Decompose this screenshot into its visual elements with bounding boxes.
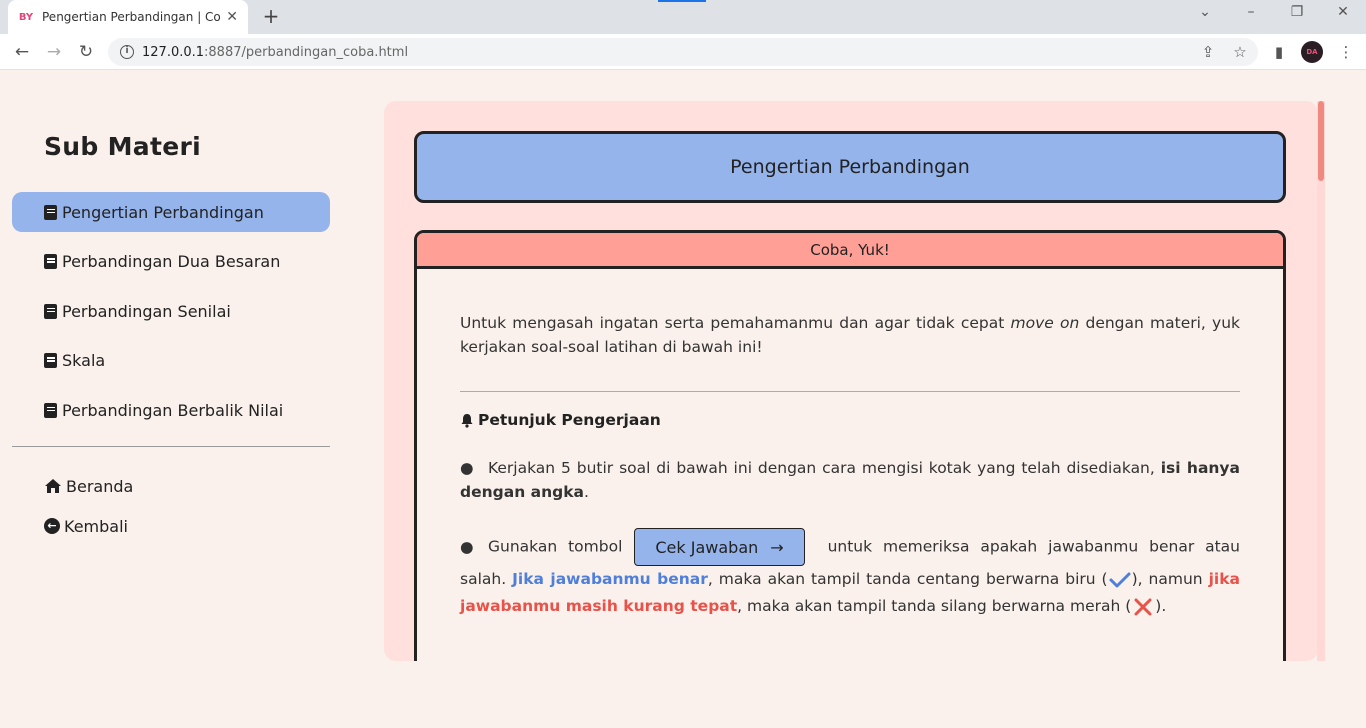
- tab-indicator: [658, 0, 706, 2]
- instruction-1-end: .: [584, 483, 589, 501]
- instruction-2-start: Gunakan tombol: [488, 537, 623, 556]
- sidebar-item-label: Skala: [62, 351, 106, 370]
- reload-icon[interactable]: ↻: [74, 40, 98, 64]
- instruction-item-1: ● Kerjakan 5 butir soal di bawah ini deng…: [460, 456, 1240, 504]
- instruction-2-close-1: ), namun: [1131, 570, 1209, 588]
- sidebar-item-label: Pengertian Perbandingan: [62, 202, 264, 222]
- correct-answer-text: Jika jawabanmu benar: [512, 570, 708, 588]
- instructions-title: Petunjuk Pengerjaan: [478, 411, 661, 429]
- favicon-icon: BY: [18, 11, 34, 23]
- url-path: :8887/perbandingan_coba.html: [204, 44, 409, 60]
- sidebar-item-label: Perbandingan Dua Besaran: [62, 252, 281, 271]
- sidebar-heading: Sub Materi: [44, 132, 201, 161]
- back-arrow-icon[interactable]: ←: [10, 40, 34, 64]
- arrow-left-circle-icon: ←: [44, 518, 60, 534]
- sidebar-item-label: Perbandingan Berbalik Nilai: [62, 400, 284, 420]
- menu-kebab-icon[interactable]: ⋮: [1336, 42, 1356, 62]
- sidebar-item-perbandingan-berbalik-nilai[interactable]: Perbandingan Berbalik Nilai: [12, 390, 330, 430]
- card-body: Untuk mengasah ingatan serta pemahamanmu…: [417, 269, 1283, 620]
- side-panel-icon[interactable]: ▮: [1269, 42, 1289, 62]
- card-title: Coba, Yuk!: [417, 233, 1283, 269]
- bullet: ●: [460, 537, 474, 556]
- profile-avatar[interactable]: DA: [1301, 41, 1323, 63]
- sidebar-links: Beranda ← Kembali: [12, 466, 330, 546]
- tab-title: Pengertian Perbandingan | Coba: [42, 10, 221, 24]
- cross-icon: [1134, 598, 1152, 615]
- section-divider: [460, 391, 1240, 392]
- sidebar-item-perbandingan-dua-besaran[interactable]: Perbandingan Dua Besaran: [12, 242, 330, 282]
- page-title: Pengertian Perbandingan: [414, 131, 1286, 203]
- site-info-icon[interactable]: i: [120, 45, 134, 59]
- sidebar-menu: Pengertian Perbandingan Perbandingan Dua…: [12, 192, 330, 440]
- check-icon: [1109, 572, 1131, 587]
- intro-emphasis: move on: [1010, 314, 1080, 332]
- book-icon: [44, 204, 57, 220]
- scrollbar-thumb[interactable]: [1318, 101, 1324, 181]
- close-window-icon[interactable]: ✕: [1328, 4, 1358, 20]
- back-link-label: Kembali: [64, 516, 128, 536]
- book-icon: [44, 353, 57, 368]
- instruction-2-after-red: , maka akan tampil tanda silang berwarna…: [737, 597, 1132, 615]
- browser-tab-bar: BY Pengertian Perbandingan | Coba ✕ + ⌄ …: [0, 0, 1366, 34]
- sidebar-item-skala[interactable]: Skala: [12, 341, 330, 381]
- sidebar-item-perbandingan-senilai[interactable]: Perbandingan Senilai: [12, 291, 330, 331]
- home-link-label: Beranda: [66, 476, 134, 496]
- instruction-2-after-blue: , maka akan tampil tanda centang berwarn…: [707, 570, 1108, 588]
- bookmark-star-icon[interactable]: ☆: [1230, 42, 1250, 62]
- address-bar[interactable]: i 127.0.0.1:8887/perbandingan_coba.html: [108, 38, 1258, 66]
- back-link[interactable]: ← Kembali: [12, 506, 330, 546]
- book-icon: [44, 303, 57, 319]
- browser-tab[interactable]: BY Pengertian Perbandingan | Coba ✕: [8, 0, 248, 34]
- minimize-icon[interactable]: –: [1236, 4, 1266, 20]
- home-link[interactable]: Beranda: [12, 466, 330, 506]
- forward-arrow-icon[interactable]: →: [42, 40, 66, 64]
- bullet: ●: [460, 459, 474, 477]
- sidebar-item-pengertian-perbandingan[interactable]: Pengertian Perbandingan: [12, 192, 330, 232]
- content-scrollbar[interactable]: [1317, 101, 1325, 661]
- home-icon: [45, 479, 61, 493]
- cek-jawaban-button[interactable]: Cek Jawaban →: [634, 528, 805, 566]
- instructions-heading: Petunjuk Pengerjaan: [460, 408, 1240, 432]
- book-icon: [44, 254, 57, 269]
- new-tab-icon[interactable]: +: [258, 4, 284, 28]
- intro-paragraph: Untuk mengasah ingatan serta pemahamanmu…: [460, 311, 1240, 359]
- main-content: Pengertian Perbandingan Coba, Yuk! Untuk…: [384, 101, 1318, 661]
- instruction-2-close-2: ).: [1155, 597, 1167, 615]
- restore-icon[interactable]: ❐: [1282, 4, 1312, 20]
- practice-card: Coba, Yuk! Untuk mengasah ingatan serta …: [414, 230, 1286, 661]
- instruction-1-text: Kerjakan 5 butir soal di bawah ini denga…: [488, 459, 1161, 477]
- intro-text: Untuk mengasah ingatan serta pemahamanmu…: [460, 314, 1011, 332]
- arrow-right-icon: →: [770, 537, 784, 557]
- page: Sub Materi Pengertian Perbandingan Perba…: [0, 70, 1366, 728]
- cek-jawaban-label: Cek Jawaban: [655, 537, 759, 557]
- tab-search-icon[interactable]: ⌄: [1190, 4, 1220, 20]
- close-tab-icon[interactable]: ✕: [226, 9, 238, 25]
- bell-icon: [461, 413, 473, 428]
- url-host: 127.0.0.1: [142, 44, 205, 60]
- share-icon[interactable]: ⇪: [1198, 42, 1218, 62]
- sidebar-item-label: Perbandingan Senilai: [62, 301, 231, 321]
- browser-toolbar: ← → ↻ i 127.0.0.1:8887/perbandingan_coba…: [0, 34, 1366, 70]
- sidebar-divider: [12, 446, 330, 447]
- instruction-item-2: ● Gunakan tombol Cek Jawaban → untuk memeri…: [460, 528, 1240, 620]
- book-icon: [44, 402, 57, 418]
